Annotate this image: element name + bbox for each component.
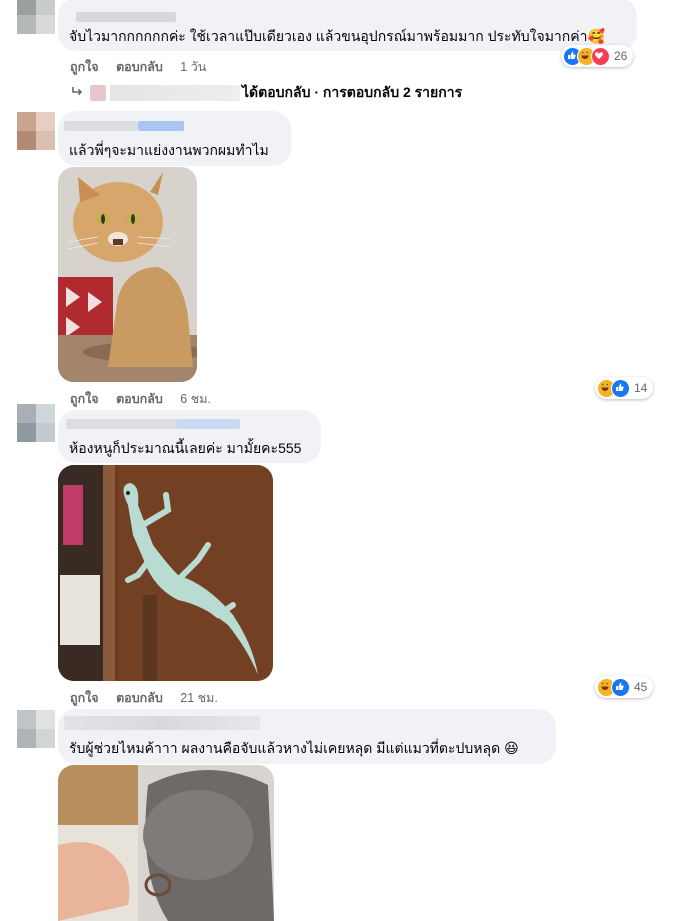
comment-bubble: รับผู้ช่วยไหมค้าาา ผลงานคือจับแล้วหางไม่…	[58, 709, 556, 764]
cat-photo[interactable]	[58, 167, 197, 382]
love-icon	[591, 46, 610, 66]
reaction-summary[interactable]: 26	[561, 45, 634, 67]
view-replies-link[interactable]: ได้ตอบกลับ · การตอบกลับ 2 รายการ	[70, 83, 462, 103]
commenter-name-blurred	[176, 419, 240, 429]
reaction-summary[interactable]: 45	[595, 676, 654, 698]
gecko-photo[interactable]	[58, 465, 273, 681]
comment-text: แล้วพี่ๆจะมาแย่งงานพวกผมทำไม	[69, 142, 269, 158]
comment-bubble: ห้องหนูก็ประมาณนี้เลยค่ะ มามั้ยคะ555	[58, 410, 321, 463]
like-icon	[611, 378, 630, 398]
comment-text: ห้องหนูก็ประมาณนี้เลยค่ะ มามั้ยคะ555	[69, 440, 302, 456]
like-button[interactable]: ถูกใจ	[70, 60, 99, 74]
reaction-count: 45	[634, 680, 648, 694]
avatar[interactable]	[17, 112, 55, 150]
comment-actions: ถูกใจ ตอบกลับ 1 วัน	[70, 57, 220, 77]
cat-holding-photo[interactable]	[58, 765, 274, 921]
reply-button[interactable]: ตอบกลับ	[116, 392, 163, 406]
timestamp[interactable]: 6 ชม.	[180, 392, 211, 406]
commenter-name-blurred[interactable]	[64, 121, 138, 131]
avatar[interactable]	[17, 710, 55, 748]
commenter-name-blurred[interactable]	[66, 419, 176, 429]
replies-summary: ได้ตอบกลับ · การตอบกลับ 2 รายการ	[242, 84, 463, 100]
commenter-name-blurred[interactable]	[76, 12, 176, 22]
avatar[interactable]	[17, 0, 55, 34]
comment-actions: ถูกใจ ตอบกลับ 21 ชม.	[70, 688, 232, 708]
like-button[interactable]: ถูกใจ	[70, 392, 99, 406]
reply-arrow-icon	[70, 85, 84, 102]
timestamp[interactable]: 21 ชม.	[180, 691, 218, 705]
timestamp[interactable]: 1 วัน	[180, 60, 206, 74]
comment-text: รับผู้ช่วยไหมค้าาา ผลงานคือจับแล้วหางไม่…	[69, 740, 519, 756]
comment-bubble: แล้วพี่ๆจะมาแย่งงานพวกผมทำไม	[58, 111, 291, 166]
commenter-name-blurred[interactable]	[64, 716, 260, 730]
comment-actions: ถูกใจ ตอบกลับ 6 ชม.	[70, 389, 225, 409]
reaction-count: 14	[634, 381, 648, 395]
comment-bubble: จับไวมากกกกกกค่ะ ใช้เวลาแป๊บเดียวเอง แล้…	[58, 0, 637, 51]
comment-text: จับไวมากกกกกกค่ะ ใช้เวลาแป๊บเดียวเอง แล้…	[69, 28, 605, 44]
like-icon	[611, 677, 630, 697]
reply-avatar-blurred	[90, 85, 106, 101]
avatar[interactable]	[17, 404, 55, 442]
reaction-count: 26	[614, 49, 628, 63]
reply-button[interactable]: ตอบกลับ	[116, 691, 163, 705]
like-button[interactable]: ถูกใจ	[70, 691, 99, 705]
reply-name-blurred	[110, 85, 240, 101]
reaction-summary[interactable]: 14	[595, 377, 654, 399]
reply-button[interactable]: ตอบกลับ	[116, 60, 163, 74]
commenter-name-blurred	[138, 121, 184, 131]
